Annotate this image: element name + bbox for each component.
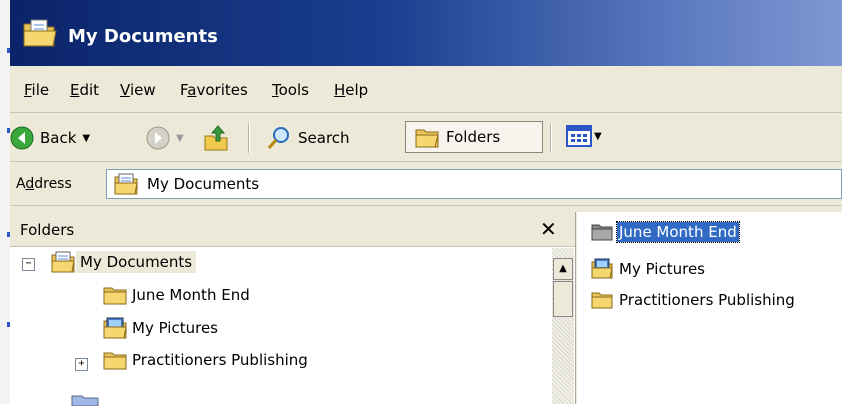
menu-favorites[interactable]: Favorites [180, 81, 248, 99]
menu-bar: File Edit View Favorites Tools Help [10, 68, 842, 113]
tree-scrollbar[interactable]: ▲ [552, 248, 574, 404]
forward-button[interactable]: ▼ [146, 126, 184, 150]
back-dropdown-icon[interactable]: ▼ [82, 133, 90, 144]
folders-icon [415, 129, 439, 148]
menu-view[interactable]: View [120, 81, 156, 99]
folders-button-content: Folders [414, 125, 500, 149]
file-item-june-month-end[interactable]: June Month End [591, 221, 740, 243]
folder-icon [103, 352, 127, 370]
tree-item-practitioners-publishing[interactable]: Practitioners Publishing [102, 349, 312, 371]
menu-edit[interactable]: Edit [70, 81, 99, 99]
search-label: Search [298, 129, 350, 147]
file-item-practitioners-publishing[interactable]: Practitioners Publishing [591, 290, 797, 310]
folder-open-icon [22, 18, 58, 52]
tree-item-june-month-end[interactable]: June Month End [102, 284, 254, 306]
menu-file[interactable]: File [24, 81, 49, 99]
file-name: My Pictures [619, 260, 705, 278]
folder-icon [591, 292, 613, 309]
search-button[interactable]: Search [266, 125, 350, 151]
folders-label: Folders [446, 128, 501, 146]
views-icon [566, 125, 592, 147]
title-bar[interactable]: My Documents [10, 0, 842, 66]
address-value: My Documents [147, 175, 260, 193]
views-button[interactable]: ▼ [566, 125, 602, 147]
tree-item-my-documents[interactable]: My Documents [50, 250, 197, 274]
up-folder-icon [204, 125, 228, 151]
back-arrow-icon [10, 126, 34, 150]
back-label: Back [40, 129, 77, 147]
address-label: Address [16, 176, 72, 192]
menu-tools[interactable]: Tools [272, 81, 309, 99]
my-documents-icon [51, 251, 75, 273]
expand-icon[interactable]: + [75, 358, 88, 371]
explorer-window: My Documents File Edit View Favorites To… [10, 0, 842, 406]
folders-pane-header: Folders ✕ [10, 212, 575, 247]
file-name: June Month End [616, 221, 740, 243]
pictures-folder-icon [591, 258, 613, 279]
views-dropdown-icon[interactable]: ▼ [594, 131, 602, 142]
file-list: June Month End My Pictures Practitioners… [577, 212, 842, 404]
file-item-my-pictures[interactable]: My Pictures [591, 258, 707, 280]
forward-arrow-icon [146, 126, 170, 150]
forward-dropdown-icon[interactable]: ▼ [176, 133, 184, 144]
menu-help[interactable]: Help [334, 81, 368, 99]
tree-item-label: June Month End [132, 286, 250, 304]
desktop-edge [0, 0, 10, 404]
up-folder-button[interactable] [202, 124, 230, 152]
folders-button[interactable]: Folders [405, 121, 543, 153]
folders-pane-title: Folders [20, 221, 75, 239]
folder-tree: − My Documents June Month End My Picture… [10, 248, 552, 406]
pictures-folder-icon [103, 317, 127, 339]
collapse-icon[interactable]: − [22, 258, 35, 271]
window-title: My Documents [68, 26, 218, 47]
file-name: Practitioners Publishing [619, 291, 795, 309]
toolbar-separator [550, 123, 552, 153]
tree-item-label: My Pictures [132, 319, 218, 337]
scroll-thumb[interactable] [553, 281, 573, 317]
tree-item-label: Practitioners Publishing [132, 351, 308, 369]
folder-icon [103, 287, 127, 305]
search-icon [267, 127, 289, 149]
scroll-up-icon[interactable]: ▲ [553, 258, 573, 280]
my-documents-icon [113, 173, 139, 199]
tree-item-my-pictures[interactable]: My Pictures [102, 316, 222, 340]
address-bar: Address My Documents [10, 163, 842, 206]
toolbar-separator [248, 123, 250, 153]
back-button[interactable]: Back ▼ [10, 126, 90, 150]
address-field[interactable]: My Documents [106, 169, 842, 199]
folders-pane: Folders ✕ − My Documents June Month End … [10, 212, 576, 406]
close-icon[interactable]: ✕ [540, 217, 557, 241]
folder-icon [591, 224, 613, 241]
tree-item-label: My Documents [76, 251, 197, 273]
